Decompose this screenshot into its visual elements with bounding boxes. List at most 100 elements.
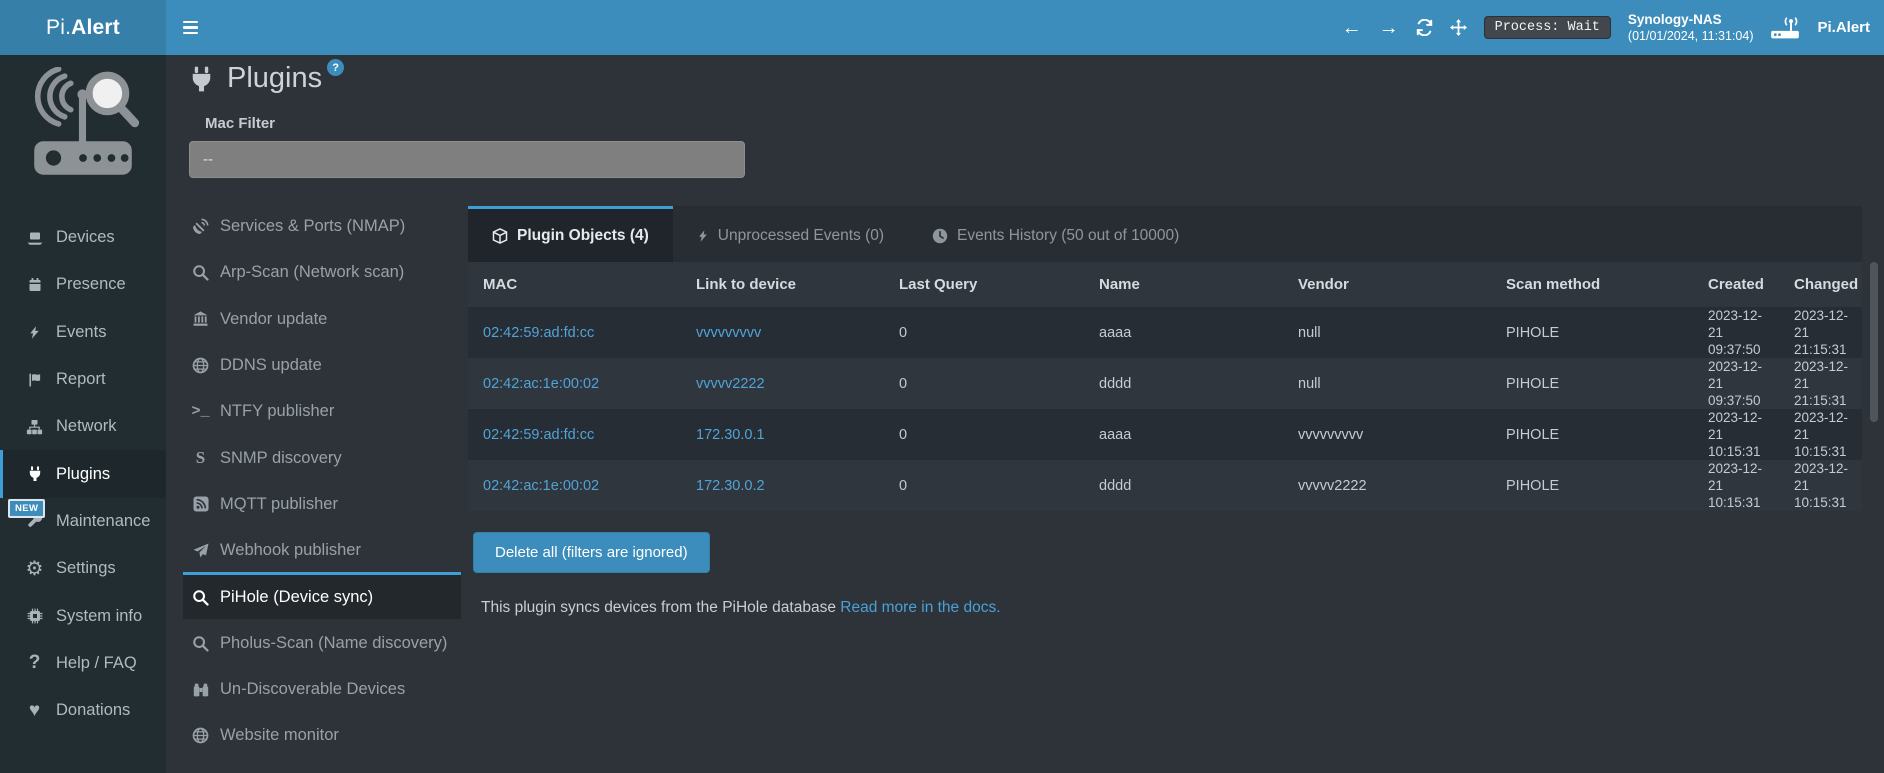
last-query-cell: 0 [884,325,1084,341]
help-badge[interactable]: ? [327,59,344,76]
sidebar-item-presence[interactable]: Presence [0,261,166,308]
col-header-changed[interactable]: Changed [1779,276,1862,293]
read-docs-link[interactable]: Read more in the docs. [840,599,1000,616]
col-header-scan-method[interactable]: Scan method [1491,276,1693,293]
device-link[interactable]: 172.30.0.1 [681,427,884,443]
sidebar-item-events[interactable]: Events [0,309,166,356]
device-link[interactable]: vvvvv2222 [681,376,884,392]
plugin-nav-snmp-discovery[interactable]: S SNMP discovery [183,433,461,479]
plugin-nav-label: Website monitor [220,726,339,745]
vendor-cell: null [1283,376,1491,392]
sidebar-item-plugins[interactable]: Plugins [0,450,166,497]
move-icon[interactable] [1450,19,1467,36]
tab-label: Plugin Objects (4) [517,227,649,245]
col-header-last-query[interactable]: Last Query [884,276,1084,293]
binoculars-icon [190,682,211,698]
plugin-nav-label: PiHole (Device sync) [220,588,373,607]
col-header-mac[interactable]: MAC [468,276,681,293]
plugin-nav-undiscoverable-devices[interactable]: Un-Discoverable Devices [183,665,461,711]
flag-icon [24,372,45,388]
pialert-app: Pi.Alert ← → Process: Wait Synology-NAS [0,0,1884,773]
refresh-icon[interactable] [1416,19,1433,36]
tab-bar: Plugin Objects (4) Unprocessed Events (0… [468,206,1862,262]
mac-link[interactable]: 02:42:59:ad:fd:cc [468,325,681,341]
hamburger-menu-icon[interactable] [183,21,198,34]
sidebar: Devices Presence Events Report [0,55,166,773]
sidebar-item-label: Devices [56,228,115,247]
sidebar-item-donations[interactable]: ♥ Donations [0,687,166,734]
device-link[interactable]: vvvvvvvvv [681,325,884,341]
plugin-nav-arp-scan[interactable]: Arp-Scan (Network scan) [183,248,461,294]
col-header-name[interactable]: Name [1084,276,1283,293]
plug-icon [188,66,215,98]
device-link[interactable]: 172.30.0.2 [681,478,884,494]
forward-arrow-icon[interactable]: → [1379,18,1399,38]
plugin-nav-ntfy-publisher[interactable]: >_ NTFY publisher [183,387,461,433]
scan-method-cell: PIHOLE [1491,376,1693,392]
app-name: Pi.Alert [1817,19,1870,36]
mac-link[interactable]: 02:42:ac:1e:00:02 [468,376,681,392]
sidebar-item-network[interactable]: Network [0,403,166,450]
host-time: (01/01/2024, 11:31:04) [1628,29,1754,43]
bolt-icon [697,228,709,244]
plugin-nav-pihole-device-sync[interactable]: PiHole (Device sync) [183,572,461,618]
host-info: Synology-NAS (01/01/2024, 11:31:04) [1628,11,1754,45]
brand-logo[interactable]: Pi.Alert [0,0,166,55]
plugin-nav-website-monitor[interactable]: Website monitor [183,711,461,757]
plugin-nav-vendor-update[interactable]: Vendor update [183,295,461,341]
mac-filter-input[interactable]: -- [189,141,745,178]
sidebar-item-label: Network [56,417,117,436]
laptop-icon [24,230,45,246]
tab-events-history[interactable]: Events History (50 out of 10000) [908,206,1203,262]
back-arrow-icon[interactable]: ← [1342,18,1362,38]
scan-method-cell: PIHOLE [1491,325,1693,341]
sidebar-item-devices[interactable]: Devices [0,214,166,261]
process-status-badge[interactable]: Process: Wait [1484,16,1611,39]
plugin-nav-label: DDNS update [220,356,322,375]
tab-plugin-objects[interactable]: Plugin Objects (4) [468,206,673,262]
calendar-icon [24,277,45,293]
col-header-created[interactable]: Created [1693,276,1779,293]
delete-all-button[interactable]: Delete all (filters are ignored) [473,532,710,573]
page-header: Plugins ? [188,60,344,98]
plugin-content-panel: Plugin Objects (4) Unprocessed Events (0… [468,206,1862,511]
sidebar-item-label: Donations [56,701,130,720]
plugin-nav-services-ports[interactable]: Services & Ports (NMAP) [183,202,461,248]
plugin-nav-webhook-publisher[interactable]: Webhook publisher [183,526,461,572]
sidebar-item-label: Report [56,370,106,389]
sidebar-item-label: System info [56,607,142,626]
tab-label: Events History (50 out of 10000) [957,227,1179,245]
rss-icon [190,496,211,512]
name-cell: aaaa [1084,427,1283,443]
plugin-nav-mqtt-publisher[interactable]: MQTT publisher [183,480,461,526]
brand-suffix: Alert [71,16,120,40]
plug-icon [24,466,45,482]
last-query-cell: 0 [884,427,1084,443]
col-header-link[interactable]: Link to device [681,276,884,293]
created-cell: 2023-12-21 10:15:31 [1693,460,1779,511]
sidebar-item-report[interactable]: Report [0,356,166,403]
created-cell: 2023-12-21 10:15:31 [1693,409,1779,460]
changed-cell: 2023-12-21 21:15:31 [1779,358,1862,409]
microchip-icon [24,608,45,624]
mac-link[interactable]: 02:42:ac:1e:00:02 [468,478,681,494]
tab-unprocessed-events[interactable]: Unprocessed Events (0) [673,206,908,262]
sidebar-item-label: Presence [56,275,126,294]
sidebar-item-system-info[interactable]: System info [0,592,166,639]
plugin-nav-label: Webhook publisher [220,541,361,560]
plugin-nav-ddns-update[interactable]: DDNS update [183,341,461,387]
sidebar-item-label: Plugins [56,465,110,484]
scrollbar-thumb[interactable] [1870,262,1878,422]
table-row: 02:42:59:ad:fd:cc vvvvvvvvv 0 aaaa null … [468,307,1862,358]
plugin-nav-pholus-scan[interactable]: Pholus-Scan (Name discovery) [183,619,461,665]
scan-method-cell: PIHOLE [1491,427,1693,443]
sidebar-item-settings[interactable]: ⚙ Settings [0,545,166,592]
sidebar-item-label: Settings [56,559,116,578]
mac-link[interactable]: 02:42:59:ad:fd:cc [468,427,681,443]
sidebar-item-help-faq[interactable]: ? Help / FAQ [0,640,166,687]
col-header-vendor[interactable]: Vendor [1283,276,1491,293]
mac-filter-label: Mac Filter [205,115,275,132]
last-query-cell: 0 [884,376,1084,392]
plugin-nav-label: Services & Ports (NMAP) [220,217,405,236]
changed-cell: 2023-12-21 21:15:31 [1779,307,1862,358]
